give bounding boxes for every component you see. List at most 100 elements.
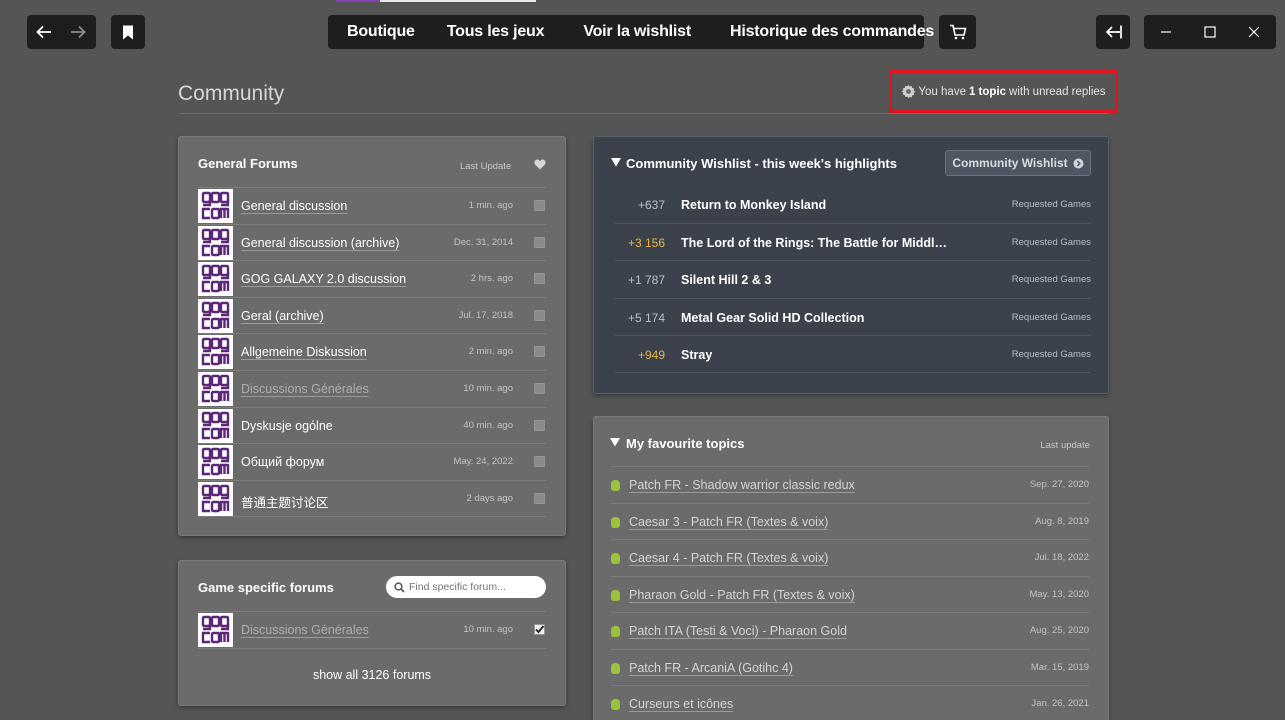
game-forums-title: Game specific forums (198, 580, 334, 595)
forum-last-update: May. 24, 2022 (453, 456, 513, 468)
android-status-icon (611, 699, 620, 710)
collapse-triangle-icon[interactable] (610, 438, 620, 447)
active-tab-indicator (336, 0, 380, 2)
topic-date: Jul. 18, 2022 (1034, 552, 1089, 563)
wishlist-row[interactable]: +1 787 Silent Hill 2 & 3 Requested Games (615, 260, 1091, 297)
topic-row[interactable]: Patch ITA (Testi & Voci) - Pharaon Gold A… (611, 612, 1089, 649)
forward-button[interactable] (61, 15, 95, 49)
forum-name[interactable]: Discussions Générales (241, 382, 369, 396)
forum-last-update: 2 hrs. ago (470, 273, 513, 285)
wishlist-category: Requested Games (1011, 311, 1091, 323)
favourite-checkbox[interactable] (534, 383, 545, 394)
cart-button[interactable] (939, 15, 976, 49)
gear-icon (901, 84, 916, 99)
forum-name[interactable]: GOG GALAXY 2.0 discussion (241, 272, 406, 286)
wishlist-category: Requested Games (1011, 274, 1091, 286)
bookmark-button[interactable] (111, 15, 145, 49)
gog-logo-icon (198, 408, 233, 443)
forum-name[interactable]: Dyskusje ogólne (241, 419, 333, 433)
topic-title[interactable]: Caesar 4 - Patch FR (Textes & voix) (629, 551, 828, 565)
forum-row[interactable]: Discussions Générales 10 min. ago (198, 370, 546, 407)
forum-row[interactable]: General discussion 1 min. ago (198, 187, 546, 224)
community-wishlist-button[interactable]: Community Wishlist (945, 150, 1091, 176)
unread-replies-notice[interactable]: You have 1 topic with unread replies (889, 70, 1118, 113)
show-all-forums-link[interactable]: show all 3126 forums (178, 668, 566, 682)
forum-row[interactable]: GOG GALAXY 2.0 discussion 2 hrs. ago (198, 260, 546, 297)
game-title[interactable]: Stray (681, 348, 712, 362)
game-title[interactable]: Metal Gear Solid HD Collection (681, 311, 864, 325)
forum-row[interactable]: 普通主题讨论区 2 days ago (198, 479, 546, 517)
topic-row[interactable]: Caesar 3 - Patch FR (Textes & voix) Aug. … (611, 502, 1089, 540)
forum-name[interactable]: Geral (archive) (241, 309, 324, 323)
gog-logo-icon (198, 225, 233, 260)
topic-title[interactable]: Patch FR - Shadow warrior classic redux (629, 478, 855, 492)
favourite-checkbox[interactable] (534, 236, 545, 248)
wishlist-row[interactable]: +3 156 The Lord of the Rings: The Battle … (615, 223, 1091, 260)
check-icon (535, 625, 545, 634)
topic-row[interactable]: Patch FR - ArcaniA (Gotihc 4) Mar. 15, 20… (611, 648, 1089, 686)
wishlist-row[interactable]: +637 Return to Monkey Island Requested Gam… (615, 186, 1091, 223)
close-icon (1248, 26, 1260, 38)
forum-row[interactable]: Allgemeine Diskussion 2 min. ago (198, 333, 546, 370)
forum-logo (198, 372, 233, 406)
topic-title[interactable]: Curseurs et icônes (629, 697, 733, 711)
community-wishlist-panel: Community Wishlist - this week's highlig… (593, 136, 1109, 394)
topic-date: May. 13, 2020 (1029, 588, 1089, 600)
nav-tous-les-jeux[interactable]: Tous les jeux (447, 23, 545, 41)
android-status-icon (611, 516, 620, 528)
favourite-checkbox[interactable] (534, 200, 545, 211)
collapse-triangle-icon[interactable] (611, 158, 621, 167)
forum-search[interactable] (386, 576, 546, 598)
forum-last-update: 40 min. ago (463, 419, 513, 431)
back-button[interactable] (27, 15, 61, 49)
wishlist-row[interactable]: +5 174 Metal Gear Solid HD Collection Requ… (615, 297, 1091, 335)
topic-date: Aug. 25, 2020 (1029, 625, 1089, 636)
favourite-checkbox[interactable] (534, 624, 545, 635)
nav-wishlist[interactable]: Voir la wishlist (583, 23, 691, 41)
android-status-icon (611, 626, 620, 637)
forum-row[interactable]: Dyskusje ogólne 40 min. ago (198, 406, 546, 444)
forum-row[interactable]: Discussions Générales 10 min. ago (198, 611, 546, 648)
topic-row[interactable]: Caesar 4 - Patch FR (Textes & voix) Jul. … (611, 539, 1089, 576)
forum-row[interactable]: General discussion (archive) Dec. 31, 201… (198, 223, 546, 261)
maximize-button[interactable] (1188, 15, 1232, 49)
forum-last-update: Jul. 17, 2018 (458, 309, 513, 321)
topic-date: Sep. 27, 2020 (1029, 479, 1089, 490)
bookmark-icon (123, 25, 133, 39)
forum-name[interactable]: 普通主题讨论区 (241, 492, 329, 511)
close-button[interactable] (1232, 15, 1276, 49)
forum-name[interactable]: General discussion (241, 199, 347, 213)
gog-logo-icon (198, 262, 233, 297)
topic-row[interactable]: Curseurs et icônes Jan. 26, 2021 (611, 685, 1089, 720)
favourite-checkbox[interactable] (534, 419, 545, 431)
favourite-checkbox[interactable] (534, 346, 545, 358)
general-forums-title: General Forums (198, 156, 298, 171)
forum-name[interactable]: General discussion (archive) (241, 236, 399, 250)
topic-title[interactable]: Patch FR - ArcaniA (Gotihc 4) (629, 661, 793, 675)
favourite-checkbox[interactable] (534, 309, 545, 321)
favourite-checkbox[interactable] (534, 273, 545, 285)
game-title[interactable]: Return to Monkey Island (681, 198, 826, 212)
topic-title[interactable]: Pharaon Gold - Patch FR (Textes & voix) (629, 588, 855, 602)
list-divider (198, 648, 546, 649)
forum-name[interactable]: Общий форум (241, 455, 324, 469)
forum-row[interactable]: Geral (archive) Jul. 17, 2018 (198, 296, 546, 334)
favourite-checkbox[interactable] (534, 456, 545, 468)
topic-row[interactable]: Pharaon Gold - Patch FR (Textes & voix) M… (611, 575, 1089, 613)
forum-search-input[interactable] (409, 581, 539, 593)
topic-title[interactable]: Patch ITA (Testi & Voci) - Pharaon Gold (629, 624, 847, 638)
topic-title[interactable]: Caesar 3 - Patch FR (Textes & voix) (629, 515, 828, 529)
wishlist-title: Community Wishlist - this week's highlig… (626, 156, 897, 171)
nav-historique[interactable]: Historique des commandes (730, 23, 934, 41)
nav-boutique[interactable]: Boutique (347, 23, 415, 41)
game-title[interactable]: Silent Hill 2 & 3 (681, 273, 771, 287)
forum-row[interactable]: Общий форум May. 24, 2022 (198, 443, 546, 480)
forum-name[interactable]: Allgemeine Diskussion (241, 345, 367, 359)
forum-name[interactable]: Discussions Générales (241, 623, 369, 637)
favourite-checkbox[interactable] (534, 492, 545, 504)
minimize-button[interactable] (1144, 15, 1188, 49)
game-title[interactable]: The Lord of the Rings: The Battle for Mi… (681, 236, 953, 250)
wishlist-row[interactable]: +949 Stray Requested Games (615, 334, 1091, 372)
topic-row[interactable]: Patch FR - Shadow warrior classic redux S… (611, 466, 1089, 503)
collapse-sidebar-button[interactable] (1096, 15, 1130, 49)
